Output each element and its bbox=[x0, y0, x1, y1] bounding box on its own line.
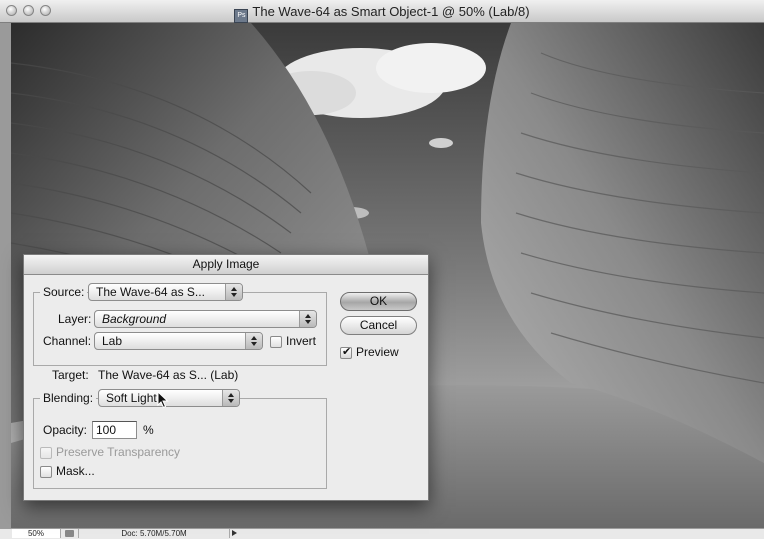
preserve-transparency-label: Preserve Transparency bbox=[56, 445, 181, 459]
channel-popup-value: Lab bbox=[102, 334, 123, 348]
channel-popup[interactable]: Lab bbox=[94, 332, 263, 350]
mask-label[interactable]: Mask... bbox=[56, 462, 95, 480]
window-title: Ps The Wave-64 as Smart Object-1 @ 50% (L… bbox=[0, 4, 764, 23]
mask-checkbox[interactable] bbox=[40, 466, 52, 478]
preview-label[interactable]: Preview bbox=[356, 343, 399, 361]
invert-label[interactable]: Invert bbox=[286, 332, 316, 350]
opacity-input[interactable]: 100 bbox=[92, 421, 137, 439]
target-label: Target: bbox=[52, 368, 89, 382]
source-popup[interactable]: The Wave-64 as S... bbox=[88, 283, 243, 301]
document-size-readout: Doc: 5.70M/5.70M bbox=[78, 529, 230, 538]
preview-checkbox[interactable] bbox=[340, 345, 352, 359]
channel-label: Channel: bbox=[43, 334, 92, 348]
status-menu-arrow-icon[interactable] bbox=[232, 530, 237, 536]
blending-popup[interactable]: Soft Light bbox=[98, 389, 240, 407]
blending-label: Blending: bbox=[40, 389, 97, 407]
ok-button[interactable]: OK bbox=[340, 292, 417, 311]
target-value: The Wave-64 as S... (Lab) bbox=[98, 368, 239, 382]
layer-label: Layer: bbox=[58, 312, 92, 326]
photoshop-document-icon: Ps bbox=[234, 9, 249, 23]
popup-arrows-icon bbox=[245, 333, 262, 349]
window-title-text: The Wave-64 as Smart Object-1 @ 50% (Lab… bbox=[252, 4, 530, 19]
status-bar: 50% Doc: 5.70M/5.70M bbox=[0, 528, 764, 539]
layer-popup-value: Background bbox=[102, 312, 167, 326]
source-group bbox=[33, 292, 327, 366]
layer-popup[interactable]: Background bbox=[94, 310, 317, 328]
popup-arrows-icon bbox=[225, 284, 242, 300]
dialog-title[interactable]: Apply Image bbox=[24, 255, 428, 275]
popup-arrows-icon bbox=[222, 390, 239, 406]
status-info-icon[interactable] bbox=[65, 530, 74, 537]
source-popup-value: The Wave-64 as S... bbox=[96, 285, 205, 299]
opacity-unit: % bbox=[143, 423, 154, 437]
invert-checkbox[interactable] bbox=[270, 336, 282, 348]
popup-arrows-icon bbox=[299, 311, 316, 327]
source-label: Source: bbox=[40, 283, 88, 301]
mouse-pointer-icon bbox=[157, 391, 169, 409]
zoom-level-field[interactable]: 50% bbox=[12, 529, 61, 538]
preserve-transparency-checkbox[interactable] bbox=[40, 447, 52, 459]
blending-popup-value: Soft Light bbox=[106, 391, 157, 405]
cancel-button[interactable]: Cancel bbox=[340, 316, 417, 335]
opacity-label: Opacity: bbox=[43, 423, 88, 437]
window-titlebar[interactable]: Ps The Wave-64 as Smart Object-1 @ 50% (L… bbox=[0, 0, 764, 23]
apply-image-dialog: Apply Image Source: The Wave-64 as S... … bbox=[23, 254, 429, 501]
